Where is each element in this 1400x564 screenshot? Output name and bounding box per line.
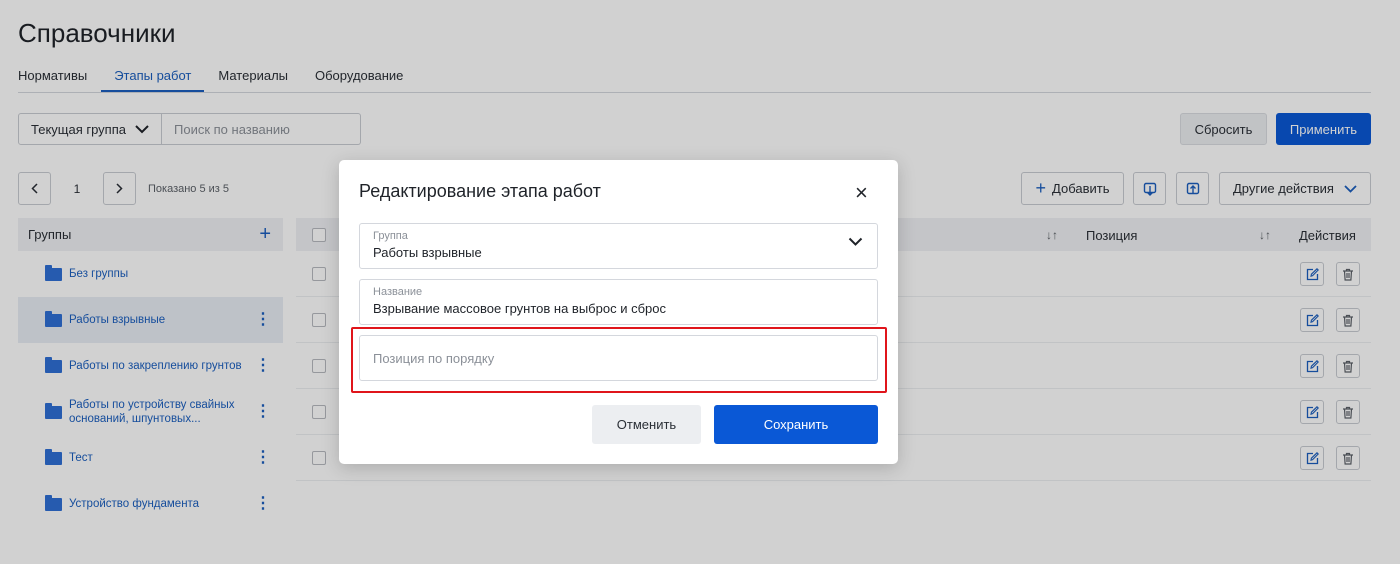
chevron-down-icon xyxy=(848,237,863,246)
name-field-value: Взрывание массовое грунтов на выброс и с… xyxy=(373,301,666,316)
group-select[interactable]: Группа Работы взрывные xyxy=(359,223,878,269)
group-field-label: Группа xyxy=(373,230,408,242)
name-field[interactable]: Название Взрывание массовое грунтов на в… xyxy=(359,279,878,325)
position-field[interactable] xyxy=(359,335,878,381)
close-icon[interactable]: × xyxy=(855,182,868,204)
cancel-button[interactable]: Отменить xyxy=(592,405,701,444)
dialog-title: Редактирование этапа работ xyxy=(359,181,601,201)
group-field-value: Работы взрывные xyxy=(373,245,482,260)
name-field-label: Название xyxy=(373,286,423,298)
edit-work-stage-dialog: Редактирование этапа работ × Группа Рабо… xyxy=(339,160,898,464)
position-input[interactable] xyxy=(373,350,864,366)
save-button[interactable]: Сохранить xyxy=(714,405,878,444)
